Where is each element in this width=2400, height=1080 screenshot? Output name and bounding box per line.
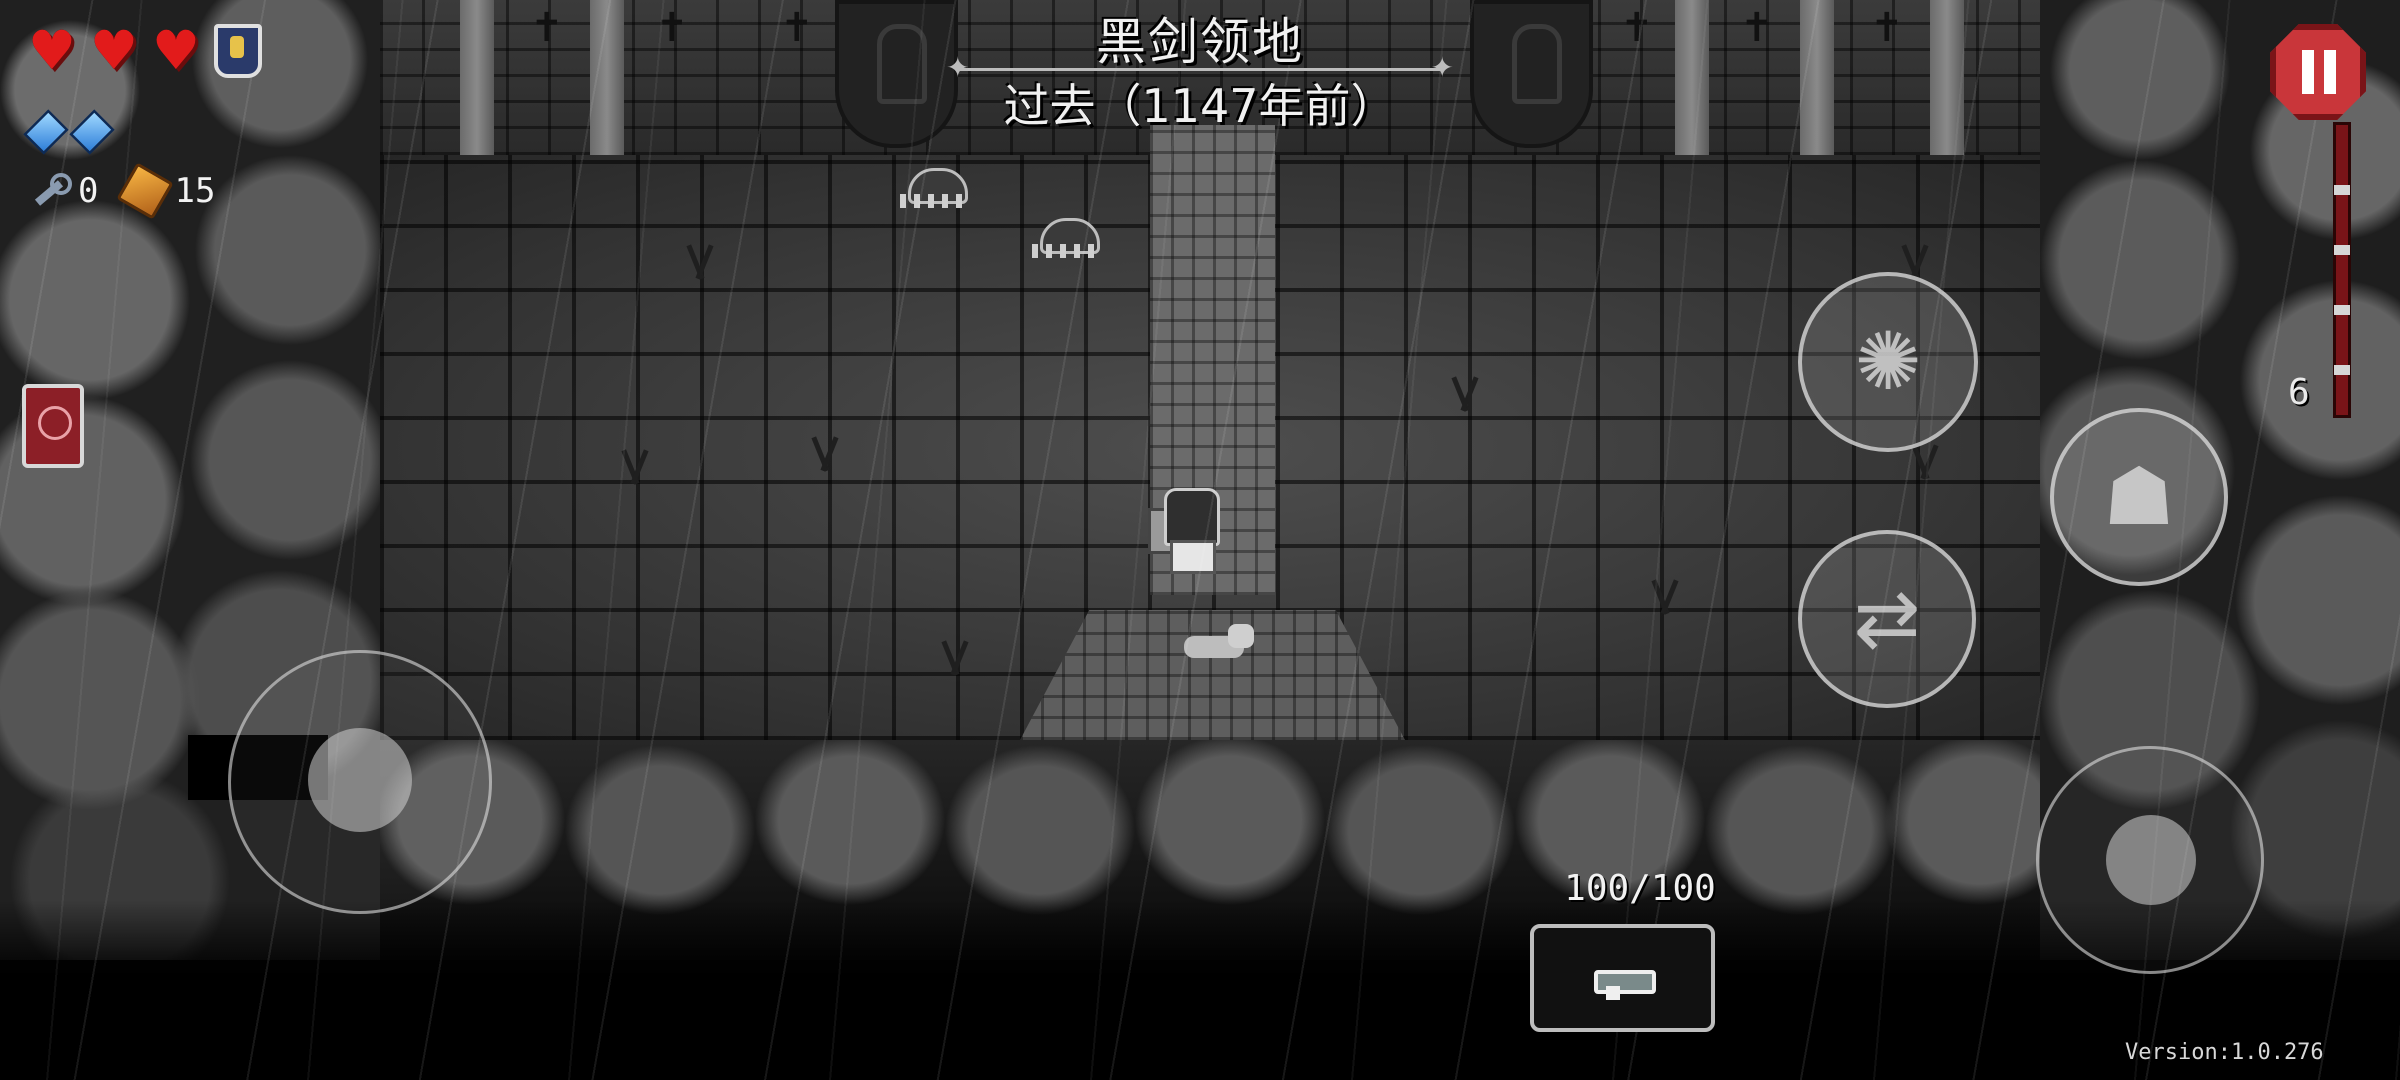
swap-weapon-button[interactable]: ⇄ bbox=[1798, 530, 1976, 708]
weapon-energy-readout: 100/100 bbox=[1564, 868, 1716, 909]
player-body bbox=[1170, 540, 1216, 574]
weapon-slot[interactable] bbox=[1530, 924, 1715, 1032]
area-title: 黑剑领地 bbox=[1096, 13, 1304, 71]
key-icon bbox=[30, 171, 72, 211]
swap-weapon-icon: ⇄ bbox=[1853, 572, 1921, 665]
enemy-crab[interactable] bbox=[1032, 214, 1102, 262]
weed-sprite bbox=[620, 445, 650, 485]
pistol-icon bbox=[1594, 962, 1658, 1000]
weed-sprite bbox=[1650, 575, 1680, 615]
enemy-crab[interactable] bbox=[900, 164, 970, 212]
player-character bbox=[1148, 488, 1228, 583]
move-joystick-knob[interactable] bbox=[308, 728, 412, 832]
weed-sprite bbox=[810, 432, 840, 472]
special-skill-icon: ☗ bbox=[2103, 450, 2175, 543]
pet-wolf bbox=[1178, 620, 1258, 668]
attack-joystick-knob[interactable] bbox=[2106, 815, 2196, 905]
player-hat bbox=[1164, 488, 1220, 546]
depth-progress-track bbox=[2333, 122, 2351, 418]
resources-row: 0 15 bbox=[30, 162, 216, 220]
special-skill-button[interactable]: ☗ bbox=[2050, 408, 2228, 586]
weed-sprite bbox=[1450, 372, 1480, 412]
depth-marker bbox=[2334, 365, 2350, 375]
weed-sprite bbox=[685, 240, 715, 280]
coins-count: 15 bbox=[174, 171, 216, 211]
depth-marker bbox=[2334, 185, 2350, 195]
depth-marker bbox=[2334, 305, 2350, 315]
game-viewport: ✝ ✝ ✝ ✝ ✝ ✝ ♥ ♥ ♥ 0 15 黑剑领地 ✦ ✦ 过去（1147年… bbox=[0, 0, 2400, 1080]
area-subtitle: 过去（1147年前） bbox=[1003, 79, 1397, 133]
weed-sprite bbox=[940, 636, 970, 676]
dash-skill-icon: ✺ bbox=[1854, 315, 1922, 408]
bottom-shadow bbox=[0, 900, 2400, 1080]
version-label: Version:1.0.276 bbox=[2125, 1040, 2324, 1065]
depth-marker bbox=[2334, 245, 2350, 255]
dash-skill-button[interactable]: ✺ bbox=[1798, 272, 1978, 452]
depth-count: 6 bbox=[2288, 372, 2310, 413]
coin-icon bbox=[116, 162, 175, 220]
pause-icon bbox=[2302, 50, 2336, 94]
keys-count: 0 bbox=[78, 171, 99, 211]
book-icon[interactable] bbox=[22, 384, 84, 468]
